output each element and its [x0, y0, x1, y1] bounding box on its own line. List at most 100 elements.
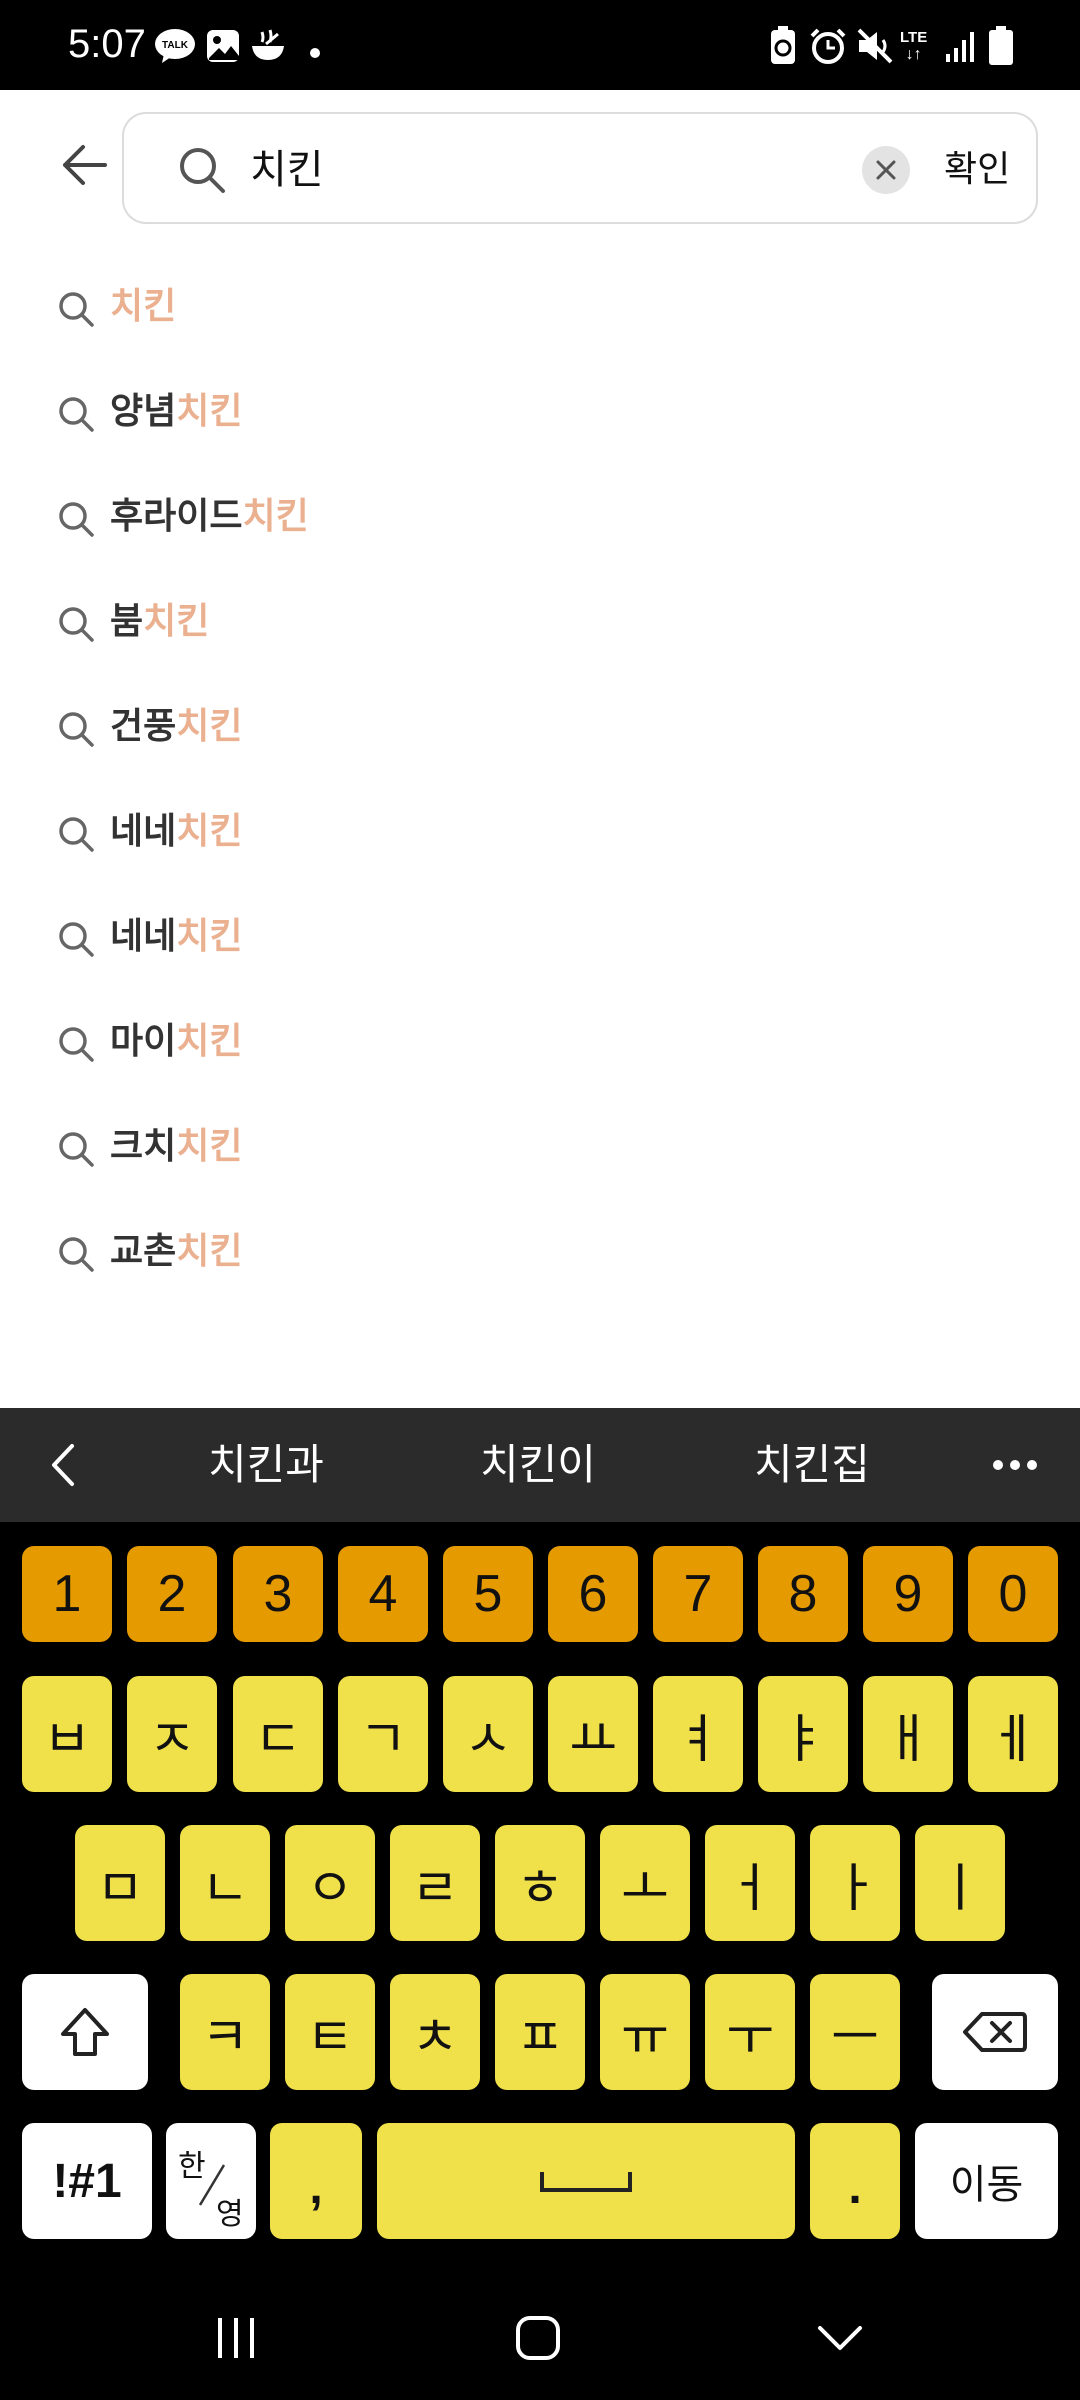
- suggestion-text: 마이치킨: [110, 1016, 243, 1068]
- key-8[interactable]: 8: [758, 1546, 848, 1642]
- shift-key[interactable]: [22, 1974, 148, 2090]
- key-a[interactable]: ㅏ: [810, 1825, 900, 1941]
- search-icon: [180, 148, 225, 193]
- key-ieung[interactable]: ㅇ: [285, 1825, 375, 1941]
- suggestion-item[interactable]: 네네치킨: [0, 780, 1080, 885]
- suggestion-item[interactable]: 마이치킨: [0, 990, 1080, 1095]
- suggestion-text: 크치치킨: [110, 1121, 243, 1173]
- symbols-key[interactable]: !#1: [22, 2123, 152, 2239]
- suggestion-item[interactable]: 크치치킨: [0, 1095, 1080, 1200]
- more-options-icon[interactable]: [990, 1440, 1040, 1490]
- suggestion-item[interactable]: 치킨: [0, 255, 1080, 360]
- go-key[interactable]: 이동: [915, 2123, 1058, 2239]
- key-2[interactable]: 2: [127, 1546, 217, 1642]
- key-pieup[interactable]: ㅍ: [495, 1974, 585, 2090]
- search-icon: [59, 817, 94, 852]
- clear-button[interactable]: [862, 146, 910, 194]
- suggestion-item[interactable]: 후라이드치킨: [0, 465, 1080, 570]
- suggestion-prefix: 네네: [110, 916, 177, 957]
- suggestion-text: 후라이드치킨: [110, 491, 309, 543]
- space-icon: [540, 2172, 632, 2192]
- lang-bottom-label: 영: [216, 2197, 244, 2232]
- key-siot[interactable]: ㅅ: [443, 1676, 533, 1792]
- key-5[interactable]: 5: [443, 1546, 533, 1642]
- key-o[interactable]: ㅗ: [600, 1825, 690, 1941]
- key-ae[interactable]: ㅐ: [863, 1676, 953, 1792]
- suggestion-item[interactable]: 건풍치킨: [0, 675, 1080, 780]
- key-yo[interactable]: ㅛ: [548, 1676, 638, 1792]
- signal-icon: [944, 26, 976, 66]
- search-input[interactable]: [250, 140, 850, 200]
- key-giyeok[interactable]: ㄱ: [338, 1676, 428, 1792]
- suggestion-prefix: 마이: [110, 1021, 177, 1062]
- key-kieuk[interactable]: ㅋ: [180, 1974, 270, 2090]
- key-3[interactable]: 3: [233, 1546, 323, 1642]
- suggestion-item[interactable]: 붐치킨: [0, 570, 1080, 675]
- search-bar[interactable]: 확인: [122, 112, 1038, 224]
- suggestion-item[interactable]: 네네치킨: [0, 885, 1080, 990]
- comma-key[interactable]: ,: [270, 2123, 362, 2239]
- key-rieul[interactable]: ㄹ: [390, 1825, 480, 1941]
- space-key[interactable]: [377, 2123, 795, 2239]
- key-eo[interactable]: ㅓ: [705, 1825, 795, 1941]
- prediction-word[interactable]: 치킨과: [208, 1436, 324, 1494]
- backspace-key[interactable]: [932, 1974, 1058, 2090]
- suggestion-prefix: 네네: [110, 811, 177, 852]
- home-icon[interactable]: [508, 2308, 568, 2368]
- key-0[interactable]: 0: [968, 1546, 1058, 1642]
- key-9[interactable]: 9: [863, 1546, 953, 1642]
- key-hieut[interactable]: ㅎ: [495, 1825, 585, 1941]
- key-yeo[interactable]: ㅕ: [653, 1676, 743, 1792]
- chevron-left-icon[interactable]: [40, 1440, 90, 1490]
- search-icon: [59, 1027, 94, 1062]
- suggestion-text: 네네치킨: [110, 911, 243, 963]
- recycle-icon: [768, 26, 798, 66]
- navigation-bar: [0, 2276, 1080, 2400]
- key-u[interactable]: ㅜ: [705, 1974, 795, 2090]
- prediction-word[interactable]: 치킨이: [480, 1436, 596, 1494]
- suggestion-highlight: 치킨: [176, 1126, 243, 1167]
- battery-icon: [988, 26, 1014, 66]
- key-nieun[interactable]: ㄴ: [180, 1825, 270, 1941]
- key-ya[interactable]: ㅑ: [758, 1676, 848, 1792]
- key-1[interactable]: 1: [22, 1546, 112, 1642]
- key-e[interactable]: ㅔ: [968, 1676, 1058, 1792]
- suggestion-text: 건풍치킨: [110, 701, 243, 753]
- notification-dot-icon: [310, 48, 320, 58]
- status-bar: 5:07 TALK LTE ↓↑: [0, 0, 1080, 90]
- key-7[interactable]: 7: [653, 1546, 743, 1642]
- suggestion-text: 교촌치킨: [110, 1226, 243, 1278]
- period-key[interactable]: .: [810, 2123, 900, 2239]
- search-icon: [59, 1132, 94, 1167]
- language-key[interactable]: 한 영: [166, 2123, 256, 2239]
- key-tieut[interactable]: ㅌ: [285, 1974, 375, 2090]
- suggestion-prefix: 교촌: [110, 1231, 177, 1272]
- recent-apps-icon[interactable]: [206, 2308, 266, 2368]
- status-time: 5:07: [68, 22, 146, 66]
- suggestion-highlight: 치킨: [176, 1021, 243, 1062]
- suggestion-highlight: 치킨: [176, 916, 243, 957]
- suggestion-highlight: 치킨: [176, 706, 243, 747]
- suggestion-item[interactable]: 교촌치킨: [0, 1200, 1080, 1305]
- key-4[interactable]: 4: [338, 1546, 428, 1642]
- back-button[interactable]: [48, 130, 118, 200]
- suggestion-item[interactable]: 양념치킨: [0, 360, 1080, 465]
- key-yu[interactable]: ㅠ: [600, 1974, 690, 2090]
- key-i[interactable]: ㅣ: [915, 1825, 1005, 1941]
- search-icon: [59, 922, 94, 957]
- suggestion-prefix: 건풍: [110, 706, 177, 747]
- confirm-button[interactable]: 확인: [944, 144, 1010, 196]
- key-6[interactable]: 6: [548, 1546, 638, 1642]
- chevron-down-icon[interactable]: [810, 2308, 870, 2368]
- lte-icon: LTE ↓↑: [900, 28, 928, 63]
- key-mieum[interactable]: ㅁ: [75, 1825, 165, 1941]
- key-chieut[interactable]: ㅊ: [390, 1974, 480, 2090]
- suggestion-text: 네네치킨: [110, 806, 243, 858]
- svg-text:TALK: TALK: [162, 40, 189, 51]
- keyboard: 치킨과 치킨이 치킨집 1 2 3 4 5 6 7 8 9 0 ㅂ ㅈ ㄷ ㄱ …: [0, 1408, 1080, 2400]
- prediction-word[interactable]: 치킨집: [754, 1436, 870, 1494]
- key-eu[interactable]: ㅡ: [810, 1974, 900, 2090]
- key-jieut[interactable]: ㅈ: [127, 1676, 217, 1792]
- key-bieup[interactable]: ㅂ: [22, 1676, 112, 1792]
- key-digeut[interactable]: ㄷ: [233, 1676, 323, 1792]
